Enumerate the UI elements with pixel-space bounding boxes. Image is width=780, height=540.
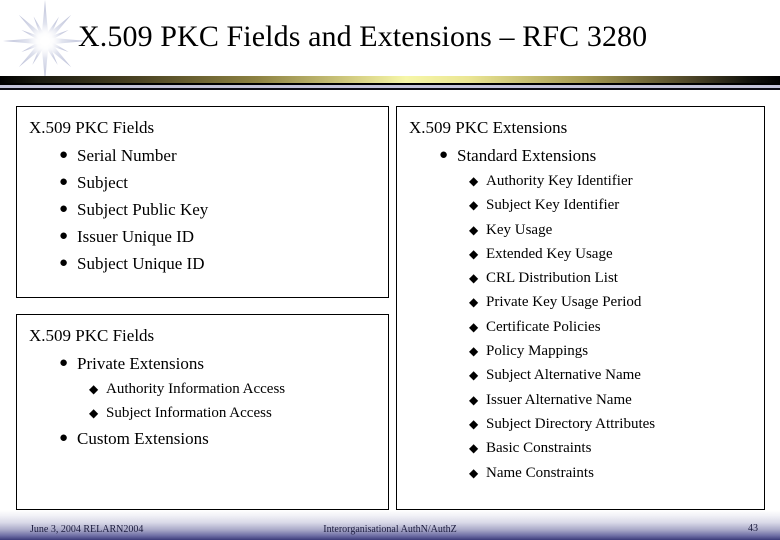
list-item: ◆ Policy Mappings	[469, 339, 754, 363]
list-item-label: Subject Key Identifier	[486, 197, 620, 214]
list-item: ● Standard Extensions	[437, 142, 754, 169]
bullet-diamond-icon: ◆	[469, 271, 479, 286]
bullet-diamond-icon: ◆	[469, 344, 479, 359]
page-title: X.509 PKC Fields and Extensions – RFC 32…	[78, 20, 648, 53]
bullet-dot-icon: ●	[59, 430, 69, 446]
bullet-diamond-icon: ◆	[469, 441, 479, 456]
list-item: ● Subject Public Key	[57, 196, 378, 223]
pkc-fields-list: ● Serial Number ● Subject ● Subject Publ…	[27, 142, 378, 277]
list-item: ◆ Subject Key Identifier	[469, 193, 754, 217]
list-item-label: Standard Extensions	[457, 146, 597, 165]
list-item-label: Authority Key Identifier	[486, 173, 633, 189]
pkc-private-extensions-box-title: X.509 PKC Fields	[29, 326, 155, 345]
list-item-label: CRL Distribution List	[486, 270, 618, 287]
bullet-dot-icon: ●	[59, 174, 69, 190]
list-item-label: Private Key Usage Period	[486, 294, 642, 311]
bullet-dot-icon: ●	[59, 355, 69, 371]
divider-gradient-bar	[0, 76, 780, 83]
list-item-label: Issuer Alternative Name	[486, 391, 632, 408]
slide-header: X.509 PKC Fields and Extensions – RFC 32…	[0, 0, 780, 96]
bullet-diamond-icon: ◆	[469, 295, 479, 310]
list-item-label: Name Constraints	[486, 464, 594, 481]
starburst-icon	[2, 0, 88, 84]
list-item: ◆ Authority Information Access	[89, 377, 378, 401]
pkc-fields-box: X.509 PKC Fields ● Serial Number ● Subje…	[16, 106, 389, 298]
list-item: ◆ Subject Alternative Name	[469, 363, 754, 387]
bullet-dot-icon: ●	[59, 201, 69, 217]
list-item-label: Subject Public Key	[77, 200, 209, 219]
list-item: ● Subject	[57, 169, 378, 196]
bullet-diamond-icon: ◆	[469, 174, 479, 188]
bullet-dot-icon: ●	[439, 147, 449, 163]
list-item: ◆ Subject Information Access	[89, 401, 378, 425]
list-item-label: Custom Extensions	[77, 429, 209, 448]
list-item: ● Serial Number	[57, 142, 378, 169]
list-item-label: Subject Directory Attributes	[486, 415, 656, 432]
bullet-dot-icon: ●	[59, 228, 69, 244]
pkc-fields-box-title: X.509 PKC Fields	[29, 118, 155, 137]
private-extensions-sublist: ◆ Authority Information Access ◆ Subject…	[57, 377, 378, 425]
list-item-label: Extended Key Usage	[486, 245, 613, 262]
list-item-label: Subject	[77, 173, 128, 192]
list-item-label: Issuer Unique ID	[77, 227, 195, 246]
list-item: ● Custom Extensions	[57, 425, 378, 452]
bullet-diamond-icon: ◆	[469, 416, 479, 431]
bullet-diamond-icon: ◆	[89, 382, 99, 396]
divider-dark-rule-2	[0, 88, 780, 90]
list-item-label: Key Usage	[486, 221, 553, 238]
list-item-label: Certificate Policies	[486, 318, 601, 335]
list-item: ◆ Name Constraints	[469, 461, 754, 485]
list-item-label: Subject Information Access	[106, 405, 272, 421]
list-item: ◆ Basic Constraints	[469, 436, 754, 460]
bullet-diamond-icon: ◆	[469, 465, 479, 480]
list-item: ◆ Private Key Usage Period	[469, 290, 754, 314]
list-item-label: Subject Alternative Name	[486, 367, 641, 384]
bullet-dot-icon: ●	[59, 255, 69, 271]
pkc-private-extensions-box: X.509 PKC Fields ● Private Extensions ◆ …	[16, 314, 389, 510]
list-item: ◆ CRL Distribution List	[469, 266, 754, 290]
list-item-label: Authority Information Access	[106, 381, 286, 397]
slide-footer: June 3, 2004 RELARN2004 Interorganisatio…	[0, 510, 780, 540]
list-item-label: Basic Constraints	[486, 440, 592, 457]
pkc-extensions-box: X.509 PKC Extensions ● Standard Extensio…	[396, 106, 765, 510]
list-item: ● Private Extensions	[57, 350, 378, 377]
bullet-diamond-icon: ◆	[89, 406, 99, 420]
list-item-label: Private Extensions	[77, 354, 205, 373]
bullet-diamond-icon: ◆	[469, 368, 479, 383]
list-item: ● Subject Unique ID	[57, 250, 378, 277]
footer-page-number: 43	[748, 523, 758, 534]
list-item: ◆ Authority Key Identifier	[469, 169, 754, 193]
list-item: ◆ Extended Key Usage	[469, 242, 754, 266]
list-item-label: Serial Number	[77, 146, 177, 165]
bullet-diamond-icon: ◆	[469, 198, 479, 213]
bullet-diamond-icon: ◆	[469, 222, 479, 237]
list-item: ● Issuer Unique ID	[57, 223, 378, 250]
pkc-extensions-box-title: X.509 PKC Extensions	[409, 118, 568, 137]
standard-extensions-sublist: ◆ Authority Key Identifier ◆ Subject Key…	[437, 169, 754, 485]
bullet-diamond-icon: ◆	[469, 246, 479, 261]
list-item-label: Subject Unique ID	[77, 254, 205, 273]
list-item: ◆ Certificate Policies	[469, 315, 754, 339]
list-item: ◆ Key Usage	[469, 218, 754, 242]
bullet-diamond-icon: ◆	[469, 319, 479, 334]
pkc-extensions-list: ● Standard Extensions ◆ Authority Key Id…	[407, 142, 754, 485]
list-item: ◆ Subject Directory Attributes	[469, 412, 754, 436]
title-divider	[0, 76, 780, 90]
bullet-diamond-icon: ◆	[469, 392, 479, 407]
list-item: ◆ Issuer Alternative Name	[469, 388, 754, 412]
pkc-private-extensions-list: ● Private Extensions ◆ Authority Informa…	[27, 350, 378, 452]
bullet-dot-icon: ●	[59, 147, 69, 163]
list-item-label: Policy Mappings	[486, 343, 589, 360]
